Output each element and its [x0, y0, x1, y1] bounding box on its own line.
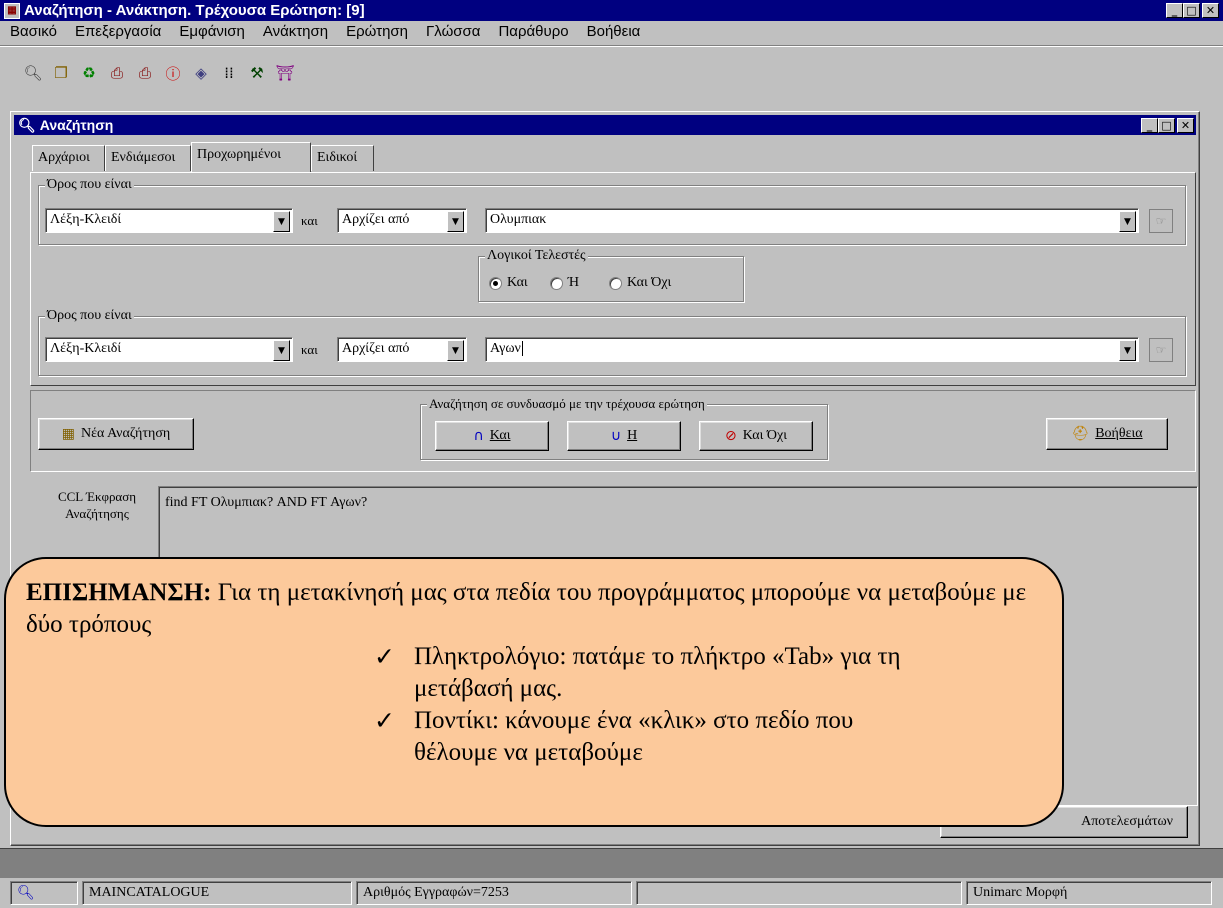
eraser-icon[interactable]: ◈: [190, 62, 212, 84]
status-empty: [636, 881, 962, 905]
combine-group: Αναζήτηση σε συνδυασμό με την τρέχουσα ε…: [420, 396, 828, 460]
child-minimize-button[interactable]: _: [1141, 117, 1158, 133]
menu-basic[interactable]: Βασικό: [10, 21, 57, 43]
combine-group-label: Αναζήτηση σε συνδυασμό με την τρέχουσα ε…: [427, 396, 707, 412]
tab-special[interactable]: Ειδικοί: [311, 145, 374, 171]
status-catalogue: MAINCATALOGUE: [82, 881, 352, 905]
status-records: Αριθμός Εγγραφών=7253: [356, 881, 632, 905]
menu-window[interactable]: Παράθυρο: [498, 21, 568, 43]
radio-and-indicator[interactable]: [489, 276, 502, 290]
child-maximize-button[interactable]: □: [1158, 117, 1175, 133]
menu-query[interactable]: Ερώτηση: [346, 21, 408, 43]
callout-bullet-mouse: ✓ Ποντίκι: κάνουμε ένα «κλικ» στο πεδίο …: [374, 705, 1042, 769]
help-button[interactable]: ⛑ Βοήθεια: [1046, 418, 1168, 450]
radio-and[interactable]: Και: [489, 275, 528, 291]
tab-advanced[interactable]: Προχωρημένοι: [191, 142, 311, 172]
grid-icon[interactable]: ⁞⁞: [218, 62, 240, 84]
menu-language[interactable]: Γλώσσα: [426, 21, 480, 43]
term1-conj: και: [301, 213, 318, 228]
combine-and-button[interactable]: ∩ Και: [435, 421, 549, 451]
child-close-button[interactable]: ✕: [1177, 117, 1194, 133]
new-search-button[interactable]: ▦ Νέα Αναζήτηση: [38, 418, 194, 450]
tools-icon[interactable]: ⚒: [246, 62, 268, 84]
ccl-expression-text: find FT Ολυμπιακ? AND FT Αγων?: [165, 495, 368, 510]
chevron-down-icon[interactable]: ▼: [447, 211, 464, 232]
callout-note: ΕΠΙΣΗΜΑΝΣΗ: Για τη μετακίνησή μας στα πε…: [4, 557, 1064, 827]
term1-match-select[interactable]: Αρχίζει από ▼: [337, 208, 467, 233]
term1-field-select[interactable]: Λέξη-Κλειδί ▼: [45, 208, 293, 233]
chevron-down-icon[interactable]: ▼: [273, 211, 290, 232]
menu-view[interactable]: Εμφάνιση: [179, 21, 244, 43]
exit-icon[interactable]: ⛩: [274, 62, 296, 84]
callout-bullet-keyboard: ✓ Πληκτρολόγιο: πατάμε το πλήκτρο «Tab» …: [374, 641, 1042, 705]
toolbar: 🔍︎ ❐ ♻ ⎙ ⎙ ⓘ ◈ ⁞⁞ ⚒ ⛩: [0, 45, 1223, 103]
status-bar: 🔍︎ MAINCATALOGUE Αριθμός Εγγραφών=7253 U…: [0, 878, 1223, 908]
checkmark-icon: ✓: [374, 642, 395, 671]
help-icon: ⛑: [1071, 426, 1090, 442]
tab-strip: Αρχάριοι Ενδιάμεσοι Προχωρημένοι Ειδικοί: [32, 142, 392, 173]
print-setup-icon[interactable]: ⎙: [134, 62, 156, 84]
term2-browse-icon[interactable]: ☞: [1149, 338, 1173, 362]
combine-or-button[interactable]: ∪ Η: [567, 421, 681, 451]
chevron-down-icon[interactable]: ▼: [1119, 340, 1136, 361]
term2-group: Όρος που είναι Λέξη-Κλειδί ▼ και Αρχίζει…: [38, 308, 1186, 376]
search-icon[interactable]: 🔍︎: [22, 62, 44, 84]
close-button[interactable]: ✕: [1202, 3, 1219, 18]
term2-group-label: Όρος που είναι: [45, 308, 134, 324]
radio-and-not-indicator[interactable]: [609, 276, 623, 290]
minimize-button[interactable]: _: [1166, 3, 1183, 18]
menu-help[interactable]: Βοήθεια: [587, 21, 641, 43]
app-icon: ▦: [4, 2, 20, 19]
status-format: Unimarc Μορφή: [966, 881, 1212, 905]
mdi-background: [0, 848, 1223, 878]
menu-retrieve[interactable]: Ανάκτηση: [263, 21, 328, 43]
logic-group-label: Λογικοί Τελεστές: [485, 248, 588, 264]
term1-browse-icon[interactable]: ☞: [1149, 209, 1173, 233]
new-search-icon: ▦: [61, 426, 76, 442]
term2-conj: και: [301, 342, 318, 357]
radio-or-indicator[interactable]: [549, 276, 563, 290]
info-icon[interactable]: ⓘ: [162, 62, 184, 84]
print-icon[interactable]: ⎙: [106, 62, 128, 84]
tab-intermediate[interactable]: Ενδιάμεσοι: [105, 145, 191, 171]
checkmark-icon: ✓: [374, 706, 395, 735]
tab-beginners[interactable]: Αρχάριοι: [32, 145, 105, 171]
term2-match-select[interactable]: Αρχίζει από ▼: [337, 337, 467, 362]
app-title: Αναζήτηση - Ανάκτηση. Τρέχουσα Ερώτηση: …: [24, 2, 365, 19]
chevron-down-icon[interactable]: ▼: [273, 340, 290, 361]
not-icon: ⊘: [724, 428, 737, 444]
chevron-down-icon[interactable]: ▼: [1119, 211, 1136, 232]
callout-paragraph: ΕΠΙΣΗΜΑΝΣΗ: Για τη μετακίνησή μας στα πε…: [26, 577, 1042, 641]
recycle-icon[interactable]: ♻: [78, 62, 100, 84]
magnifier-icon: 🔍︎: [18, 116, 36, 133]
term2-field-select[interactable]: Λέξη-Κλειδί ▼: [45, 337, 293, 362]
term1-group: Όρος που είναι Λέξη-Κλειδί ▼ και Αρχίζει…: [38, 177, 1186, 245]
app-titlebar: ▦ Αναζήτηση - Ανάκτηση. Τρέχουσα Ερώτηση…: [0, 0, 1223, 21]
menu-bar: Βασικό Επεξεργασία Εμφάνιση Ανάκτηση Ερώ…: [10, 21, 640, 43]
search-window-titlebar: 🔍︎ Αναζήτηση _ □ ✕: [14, 115, 1196, 135]
term2-value-input[interactable]: Αγων ▼: [485, 337, 1139, 362]
combine-not-button[interactable]: ⊘ Και Όχι: [699, 421, 813, 451]
search-window-title: Αναζήτηση: [39, 117, 114, 133]
chevron-down-icon[interactable]: ▼: [447, 340, 464, 361]
term1-value-input[interactable]: Ολυμπιακ ▼: [485, 208, 1139, 233]
intersection-icon: ∩: [473, 428, 484, 444]
callout-heading: ΕΠΙΣΗΜΑΝΣΗ:: [26, 579, 212, 606]
status-search-icon: 🔍︎: [10, 881, 78, 905]
logic-group: Λογικοί Τελεστές Και Ή Και Όχι: [478, 248, 744, 302]
ccl-label: CCL Έκφραση Αναζήτησης: [57, 489, 137, 521]
maximize-button[interactable]: □: [1183, 3, 1200, 18]
radio-or[interactable]: Ή: [549, 275, 579, 291]
copy-icon[interactable]: ❐: [50, 62, 72, 84]
menu-edit[interactable]: Επεξεργασία: [75, 21, 161, 43]
radio-and-not[interactable]: Και Όχι: [609, 275, 671, 291]
term1-group-label: Όρος που είναι: [45, 177, 134, 193]
union-icon: ∪: [610, 428, 622, 444]
